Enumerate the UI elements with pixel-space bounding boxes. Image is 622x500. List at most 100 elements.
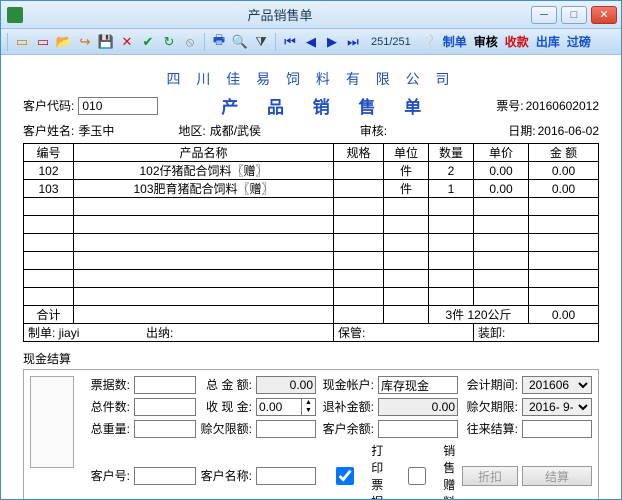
table-row[interactable]: 103103肥育猪配合饲料〖赠〗件10.000.00 (24, 180, 599, 198)
next-icon[interactable]: ▶ (323, 33, 341, 51)
maker-label: 制单: (28, 326, 55, 340)
print-label: 打印票据 (371, 442, 386, 499)
help-icon[interactable]: ❔ (420, 33, 438, 51)
app-window: 产品销售单 ─ □ ✕ ▭ ▭ 📂 ↪ 💾 ✕ ✔ ↻ ⦸ 🖶 🔍 ⧩ ⏮ ◀ … (0, 0, 622, 500)
new-icon[interactable]: ▭ (13, 33, 31, 51)
table-row[interactable]: 102102仔猪配合饲料〖赠〗件20.000.00 (24, 162, 599, 180)
recv-input[interactable] (256, 398, 302, 416)
search-icon[interactable]: 🔍 (231, 33, 249, 51)
balance-input[interactable] (378, 420, 458, 438)
name-label: 客户姓名: (23, 122, 74, 139)
doc-title: 产 品 销 售 单 (158, 93, 496, 118)
table-row-empty[interactable] (24, 216, 599, 234)
maker-value: jiayi (59, 326, 80, 340)
custno-label: 客户号: (82, 467, 130, 485)
custname-input[interactable] (256, 467, 316, 485)
cash-section-title: 现金结算 (23, 350, 599, 367)
col-price: 单价 (474, 144, 529, 162)
total-amt-input (256, 376, 316, 394)
ticket-cnt-input[interactable] (134, 376, 196, 394)
check-icon[interactable]: ✔ (139, 33, 157, 51)
cell-name: 102仔猪配合饲料〖赠〗 (74, 162, 334, 180)
pieces-label: 总件数: (82, 398, 130, 416)
arrow-icon[interactable]: ↪ (76, 33, 94, 51)
back-input[interactable] (522, 420, 592, 438)
col-name: 产品名称 (74, 144, 334, 162)
cell-qty: 1 (429, 180, 474, 198)
company-name: 四 川 佳 易 饲 料 有 限 公 司 (23, 69, 599, 89)
custno-input[interactable] (134, 467, 196, 485)
first-icon[interactable]: ⏮ (281, 33, 299, 51)
stop-icon[interactable]: ⦸ (181, 33, 199, 51)
cell-spec (334, 162, 384, 180)
settle-button[interactable]: 结算 (522, 466, 592, 486)
print-icon[interactable]: 🖶 (210, 33, 228, 51)
open-icon[interactable]: 📂 (55, 33, 73, 51)
customer-code-input[interactable] (78, 97, 158, 115)
close-button[interactable]: ✕ (591, 6, 617, 24)
table-row-empty[interactable] (24, 288, 599, 306)
cash-grid: 票据数: 总 金 额: 现金帐户: 会计期间: 201606 总件数: 收 现 … (82, 376, 592, 499)
total-amt-label: 总 金 额: (200, 376, 252, 394)
spin-down-icon[interactable]: ▼ (302, 407, 315, 415)
refresh-icon[interactable]: ↻ (160, 33, 178, 51)
table-row-empty[interactable] (24, 234, 599, 252)
print-checkbox[interactable] (324, 467, 366, 485)
cell-name: 103肥育猪配合饲料〖赠〗 (74, 180, 334, 198)
code-label: 客户代码: (23, 97, 74, 114)
titlebar: 产品销售单 ─ □ ✕ (1, 1, 621, 29)
filter-icon[interactable]: ⧩ (252, 33, 270, 51)
table-row-empty[interactable] (24, 270, 599, 288)
cash-box: 票据数: 总 金 额: 现金帐户: 会计期间: 201606 总件数: 收 现 … (23, 369, 599, 499)
due-label: 赊欠期限: (462, 398, 518, 416)
save-icon[interactable]: 💾 (97, 33, 115, 51)
delete-icon[interactable]: ✕ (118, 33, 136, 51)
total-amt: 0.00 (529, 306, 599, 324)
audit-label: 审核: (360, 122, 387, 139)
table-row-empty[interactable] (24, 252, 599, 270)
table-row-empty[interactable] (24, 198, 599, 216)
tag-make[interactable]: 制单 (441, 33, 469, 50)
region-label: 地区: (178, 122, 205, 139)
weight-input[interactable] (134, 420, 196, 438)
weight-label: 总重量: (82, 420, 130, 438)
minimize-button[interactable]: ─ (531, 6, 557, 24)
period-select[interactable]: 201606 (522, 376, 592, 394)
col-amt: 金 额 (529, 144, 599, 162)
toolbar-sep (204, 33, 205, 51)
cell-spec (334, 180, 384, 198)
ticket-cnt-label: 票据数: (82, 376, 130, 394)
spin-up-icon[interactable]: ▲ (302, 399, 315, 407)
col-qty: 数量 (429, 144, 474, 162)
discount-button[interactable]: 折扣 (462, 466, 518, 486)
toolbar-sep (7, 33, 8, 51)
cell-qty: 2 (429, 162, 474, 180)
new2-icon[interactable]: ▭ (34, 33, 52, 51)
content: 四 川 佳 易 饲 料 有 限 公 司 客户代码: 产 品 销 售 单 票号: … (1, 55, 621, 499)
date-label: 日期: (508, 122, 535, 139)
tag-audit[interactable]: 审核 (472, 33, 500, 50)
maximize-button[interactable]: □ (561, 6, 587, 24)
toolbar-sep (275, 33, 276, 51)
prev-icon[interactable]: ◀ (302, 33, 320, 51)
cell-price: 0.00 (474, 180, 529, 198)
signature-row: 制单: jiayi 出纳: 保管: 装卸: (24, 324, 599, 342)
gift-checkbox[interactable] (396, 467, 438, 485)
date-value: 2016-06-02 (538, 124, 599, 138)
recv-spinner[interactable]: ▲▼ (256, 398, 316, 416)
tag-pay[interactable]: 收款 (503, 33, 531, 50)
cash-acct-input[interactable] (378, 376, 458, 394)
customer-name: 季玉中 (78, 122, 148, 139)
cash-acct-label: 现金帐户: (320, 376, 374, 394)
cell-unit: 件 (384, 180, 429, 198)
pieces-input[interactable] (134, 398, 196, 416)
tag-out[interactable]: 出库 (534, 33, 562, 50)
due-select[interactable]: 2016- 9- 2 (522, 398, 592, 416)
custname-label: 客户名称: (200, 467, 252, 485)
tag-weigh[interactable]: 过磅 (565, 33, 593, 50)
recv-label: 收 现 金: (200, 398, 252, 416)
credit-limit-input[interactable] (256, 420, 316, 438)
cell-price: 0.00 (474, 162, 529, 180)
cell-unit: 件 (384, 162, 429, 180)
last-icon[interactable]: ⏭ (344, 33, 362, 51)
